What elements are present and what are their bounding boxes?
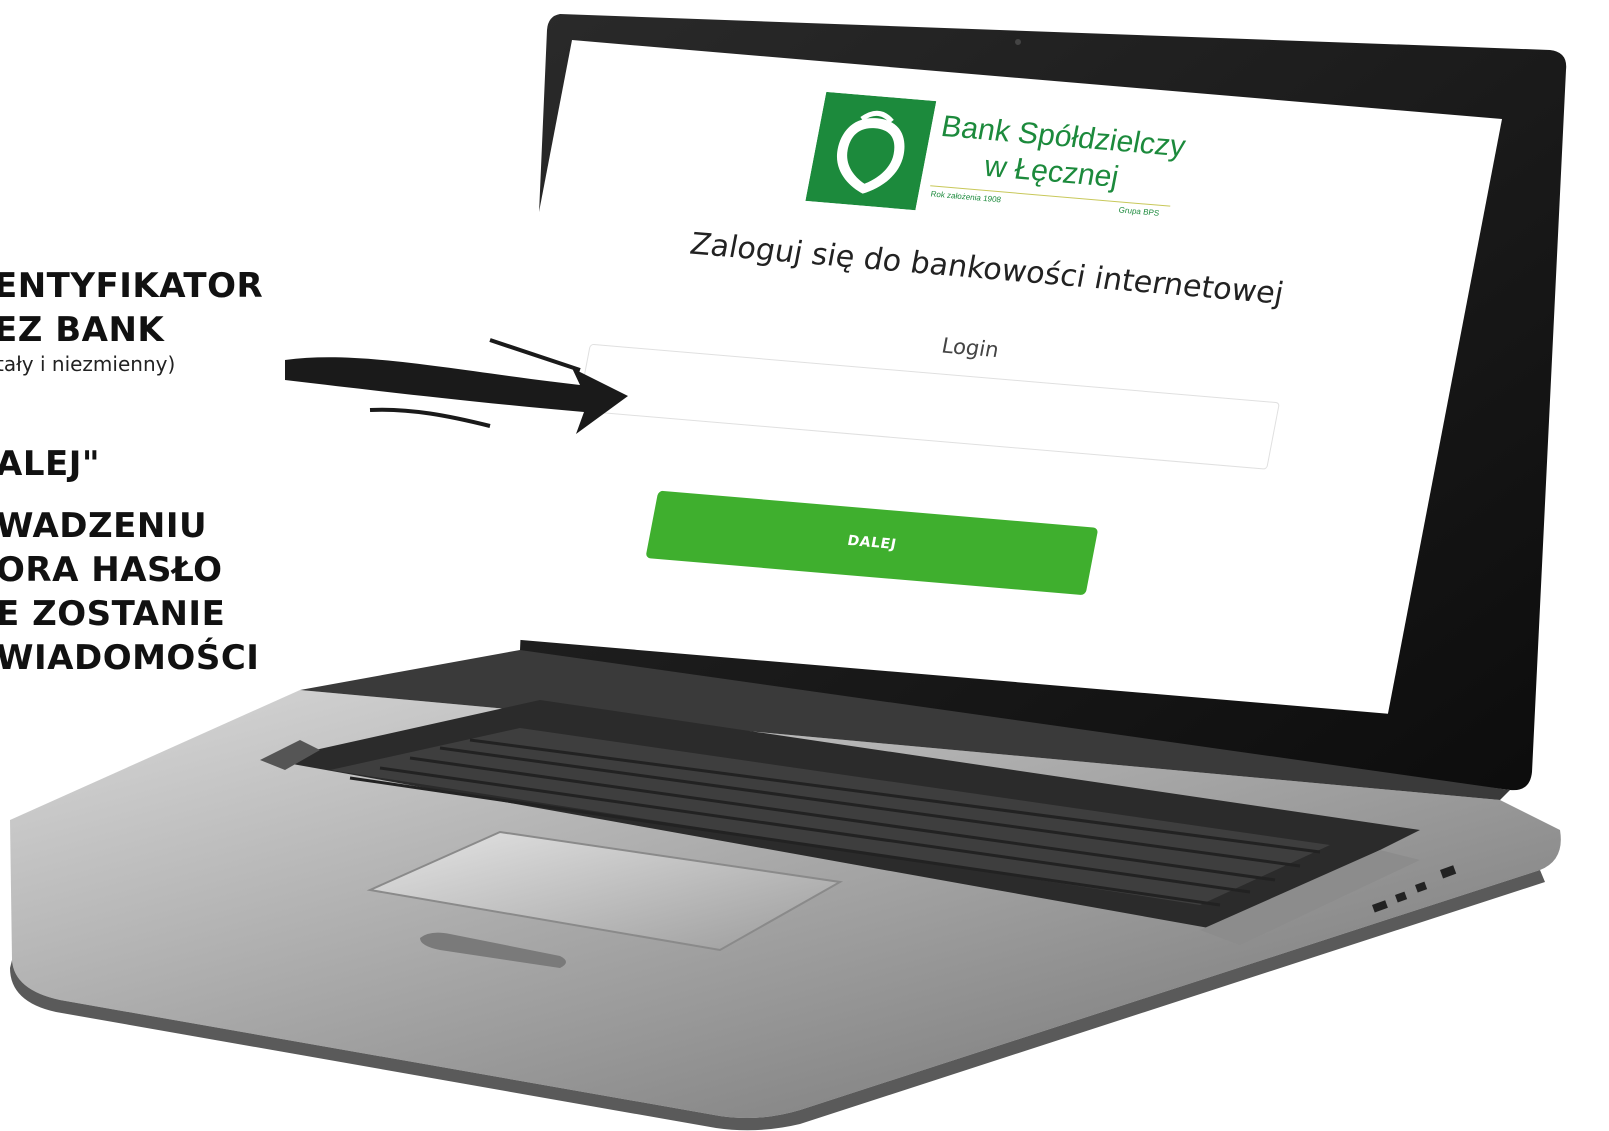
annotation-line-4: ALEJ" <box>0 444 101 484</box>
next-button[interactable]: DALEJ <box>645 490 1099 596</box>
annotation-line-1: ENTYFIKATOR <box>0 266 264 306</box>
logo-tagline-right: Grupa BPS <box>1117 205 1161 218</box>
annotation-line-8: WIADOMOŚCI <box>0 638 260 678</box>
annotation-line-7: E ZOSTANIE <box>0 594 226 634</box>
bank-logo: Bank Spółdzielczy w Łęcznej Rok założeni… <box>802 91 1188 251</box>
laptop-front-edge <box>10 870 1545 1131</box>
camera-icon <box>1015 39 1021 45</box>
annotation-line-5: WADZENIU <box>0 506 208 546</box>
login-label: Login <box>939 333 1001 363</box>
side-ports <box>1372 865 1457 913</box>
speaker-right <box>1200 850 1420 945</box>
trackpad <box>366 830 844 952</box>
bank-emblem-icon <box>805 91 937 211</box>
instruction-annotation: ENTYFIKATOR EZ BANK tały i niezmienny) A… <box>0 0 300 760</box>
front-notch <box>420 932 566 968</box>
page-title: Zaloguj się do bankowości internetowej <box>687 226 1287 312</box>
logo-tagline-left: Rok założenia 1908 <box>929 189 1002 205</box>
annotation-line-6: ORA HASŁO <box>0 550 223 590</box>
pointer-arrow <box>285 338 628 434</box>
keyboard-well <box>270 700 1420 930</box>
keyboard-keys <box>330 728 1330 905</box>
key-gridlines <box>349 738 1321 907</box>
login-input[interactable] <box>577 343 1280 470</box>
annotation-line-2: EZ BANK <box>0 310 165 350</box>
annotation-line-3: tały i niezmienny) <box>0 352 176 376</box>
